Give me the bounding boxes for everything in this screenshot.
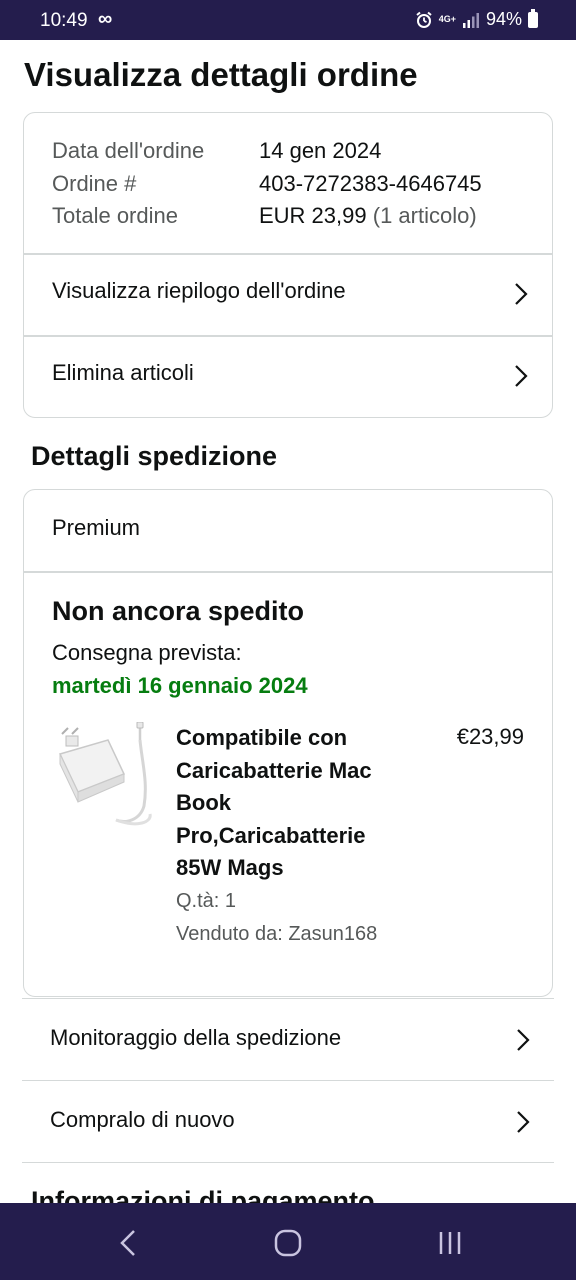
view-order-summary-link[interactable]: Visualizza riepilogo dell'ordine	[24, 254, 552, 334]
shipping-section-title: Dettagli spedizione	[31, 441, 278, 471]
chevron-right-icon	[515, 283, 528, 305]
chevron-right-icon	[517, 1029, 530, 1051]
shipping-tier: Premium	[52, 515, 141, 540]
laptop-charger-image[interactable]	[52, 722, 156, 834]
page-title: Visualizza dettagli ordine	[24, 56, 418, 93]
product-title[interactable]: Compatibile con Caricabatterie Mac Book …	[176, 722, 416, 885]
order-total-label: Totale ordine	[52, 203, 178, 228]
alarm-clock-icon	[416, 11, 432, 28]
buy-again-row[interactable]: Compralo di nuovo	[22, 1080, 554, 1162]
signal-icon	[462, 12, 479, 28]
navigation-bar	[0, 1203, 576, 1280]
battery-icon	[528, 8, 538, 28]
track-shipment-label: Monitoraggio della spedizione	[50, 1025, 342, 1050]
buy-again-label: Compralo di nuovo	[50, 1107, 235, 1132]
order-date-value: 14 gen 2024	[259, 138, 382, 163]
product-seller: Venduto da: Zasun168	[176, 923, 378, 945]
status-time: 10:49	[40, 10, 88, 31]
status-bar: 10:49 ∞ 4G+ 94%	[0, 0, 576, 40]
order-total-value: EUR 23,99	[259, 203, 367, 228]
order-number-label: Ordine #	[52, 171, 137, 196]
status-indicators: 4G+ 94%	[415, 8, 538, 30]
delivery-estimate-date: martedì 16 gennaio 2024	[52, 673, 308, 698]
back-icon[interactable]	[108, 1223, 148, 1263]
recent-apps-icon[interactable]	[430, 1223, 470, 1263]
chevron-right-icon	[515, 365, 528, 387]
view-order-summary-label: Visualizza riepilogo dell'ordine	[52, 278, 346, 303]
delete-items-label: Elimina articoli	[52, 360, 194, 385]
shipment-card: Premium Non ancora spedito Consegna prev…	[23, 489, 553, 997]
order-number-value: 403-7272383-4646745	[259, 171, 482, 196]
order-item-count: (1 articolo)	[366, 203, 477, 228]
delete-items-link[interactable]: Elimina articoli	[24, 336, 552, 416]
divider	[24, 571, 552, 573]
chevron-right-icon	[517, 1111, 530, 1133]
home-icon[interactable]	[268, 1223, 308, 1263]
battery-percent: 94%	[485, 9, 522, 29]
infinity-icon: ∞	[98, 8, 113, 30]
shipment-status: Non ancora spedito	[52, 596, 305, 626]
track-shipment-row[interactable]: Monitoraggio della spedizione	[22, 998, 554, 1080]
order-total-value-group: EUR 23,99 (1 articolo)	[259, 203, 477, 229]
product-price: €23,99	[456, 724, 524, 749]
order-summary-card: Data dell'ordine 14 gen 2024 Ordine # 40…	[23, 112, 553, 418]
delivery-estimate-label: Consegna prevista:	[52, 640, 242, 665]
network-type: 4G+	[438, 14, 456, 24]
order-date-label: Data dell'ordine	[52, 138, 205, 163]
product-quantity: Q.tà: 1	[176, 890, 237, 912]
